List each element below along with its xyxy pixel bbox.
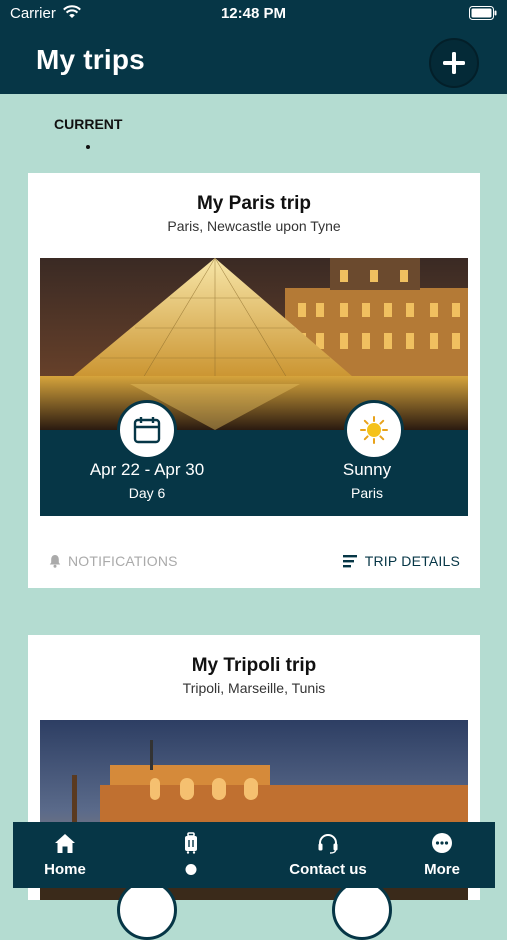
weather-badge xyxy=(344,400,404,460)
battery-icon xyxy=(469,6,497,20)
trip-dates-section: Apr 22 - Apr 30 Day 6 xyxy=(40,400,254,516)
tab-home-label: Home xyxy=(44,861,86,878)
sun-icon xyxy=(360,416,388,444)
notifications-button[interactable]: NOTIFICATIONS xyxy=(48,553,178,569)
trip-title: My Paris trip xyxy=(196,193,312,214)
tab-contact-us-label: Contact us xyxy=(289,861,367,878)
more-icon xyxy=(432,833,452,853)
weather-badge-partial xyxy=(332,880,392,940)
trip-details-label: TRIP DETAILS xyxy=(364,553,460,569)
weather-section: Sunny Paris xyxy=(254,400,468,516)
tab-more-label: More xyxy=(424,861,460,878)
home-icon xyxy=(55,834,75,853)
trip-info-band: Apr 22 - Apr 30 Day 6 Sunny Paris xyxy=(40,400,468,516)
tab-trips[interactable] xyxy=(161,822,221,888)
louvre-photo xyxy=(40,258,468,430)
weather-condition: Sunny xyxy=(342,460,392,479)
trip-card[interactable]: My Paris trip Paris, Newcastle upon Tyne xyxy=(28,173,480,588)
tab-indicator-dot xyxy=(86,145,90,149)
headset-icon xyxy=(318,834,338,854)
bottom-tab-bar: Home Contact us More xyxy=(13,822,495,888)
tab-current[interactable]: CURRENT xyxy=(54,116,122,132)
page-title: My trips xyxy=(36,44,145,75)
tab-contact-us[interactable]: Contact us xyxy=(268,822,388,888)
status-bar: Carrier 12:48 PM xyxy=(0,0,507,28)
calendar-icon xyxy=(133,417,161,444)
active-tab-dot xyxy=(185,864,197,875)
bell-icon xyxy=(49,555,61,568)
trip-details-button[interactable]: TRIP DETAILS xyxy=(342,553,460,569)
tab-more[interactable]: More xyxy=(401,822,483,888)
notifications-label: NOTIFICATIONS xyxy=(68,553,178,569)
calendar-badge xyxy=(117,400,177,460)
list-icon xyxy=(342,555,357,568)
weather-city: Paris xyxy=(351,485,383,501)
trip-title: My Tripoli trip xyxy=(191,655,317,676)
trip-cities: Paris, Newcastle upon Tyne xyxy=(167,218,341,234)
trip-cities: Tripoli, Marseille, Tunis xyxy=(182,680,326,696)
plus-icon xyxy=(443,52,465,74)
app-header: Carrier 12:48 PM My trips xyxy=(0,0,507,94)
add-trip-button[interactable] xyxy=(429,38,479,88)
trip-photo xyxy=(40,258,468,430)
tab-home[interactable]: Home xyxy=(25,822,105,888)
clock: 12:48 PM xyxy=(220,5,287,22)
trip-dates: Apr 22 - Apr 30 xyxy=(89,460,205,479)
luggage-icon xyxy=(185,832,197,854)
trip-day: Day 6 xyxy=(128,485,166,501)
calendar-badge-partial xyxy=(117,880,177,940)
